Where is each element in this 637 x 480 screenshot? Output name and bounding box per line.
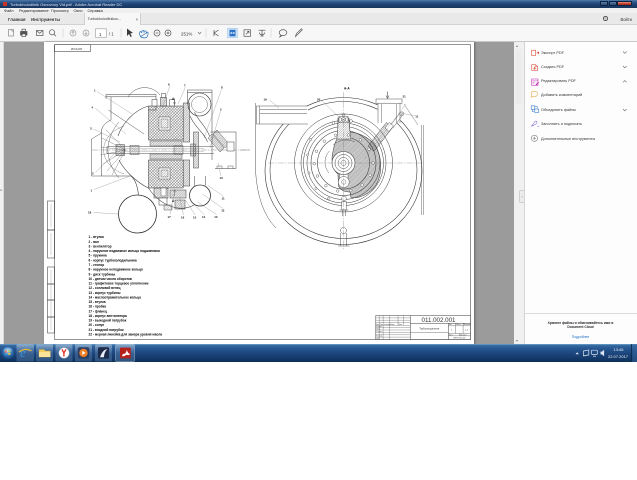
svg-text:20: 20 — [317, 98, 321, 102]
svg-text:1 - втулка: 1 - втулка — [88, 235, 104, 239]
svg-text:Разраб.: Разраб. — [376, 326, 382, 328]
svg-text:11: 11 — [415, 115, 418, 119]
svg-text:11 - графитовое торцевое уплот: 11 - графитовое торцевое уплотнение — [88, 282, 148, 286]
svg-text:7: 7 — [184, 84, 186, 88]
svg-text:14: 14 — [202, 215, 206, 219]
svg-text:A: A — [172, 199, 175, 203]
svg-text:6 - корпус турбохолодильника: 6 - корпус турбохолодильника — [88, 258, 136, 262]
svg-text:2 - вал: 2 - вал — [88, 240, 98, 244]
svg-text:19 - выходной патрубок: 19 - выходной патрубок — [88, 319, 126, 323]
svg-text:011.002.001: 011.002.001 — [421, 317, 456, 324]
svg-text:6: 6 — [168, 83, 170, 87]
svg-text:КНИТУ 011.002: КНИТУ 011.002 — [453, 337, 465, 339]
svg-text:7 - стопор: 7 - стопор — [88, 263, 104, 267]
svg-text:5 - пружина: 5 - пружина — [88, 254, 106, 258]
svg-text:16 - пробка: 16 - пробка — [88, 305, 106, 309]
svg-text:Дата: Дата — [398, 324, 402, 326]
svg-text:e: e — [20, 346, 26, 360]
svg-text:5: 5 — [220, 108, 222, 112]
svg-text:1: 1 — [90, 189, 92, 193]
svg-text:13:46: 13:46 — [614, 347, 625, 352]
svg-text:8: 8 — [221, 86, 223, 90]
svg-text:9 - диск турбины: 9 - диск турбины — [88, 272, 115, 276]
svg-text:Н.контр.: Н.контр. — [376, 336, 383, 338]
svg-text:22.07.2017: 22.07.2017 — [608, 354, 629, 359]
svg-text:14 - маслоотражательное кольцо: 14 - маслоотражательное кольцо — [88, 295, 141, 299]
svg-text:2: 2 — [92, 172, 94, 176]
svg-text:15 - втулка: 15 - втулка — [88, 300, 105, 304]
svg-text:Подп.: Подп. — [390, 324, 395, 326]
svg-text:15: 15 — [193, 215, 197, 219]
svg-text:21: 21 — [402, 95, 406, 99]
svg-text:Т.контр.: Т.контр. — [376, 331, 382, 333]
svg-text:Ø24Н0б: Ø24Н0б — [71, 47, 83, 51]
svg-text:Масштаб: Масштаб — [463, 324, 470, 326]
svg-text:11: 11 — [221, 196, 224, 200]
svg-text:Лист: Лист — [449, 334, 453, 336]
svg-text:3: 3 — [90, 127, 92, 131]
svg-text:13 - корпус турбины: 13 - корпус турбины — [88, 291, 120, 295]
svg-text:Утв.: Утв. — [376, 338, 380, 340]
svg-text:18: 18 — [88, 211, 92, 215]
svg-text:3 - вентилятор: 3 - вентилятор — [88, 245, 111, 249]
svg-text:13: 13 — [214, 215, 218, 219]
svg-text:21 - входной патрубок: 21 - входной патрубок — [88, 328, 124, 332]
svg-text:20 - сопун: 20 - сопун — [88, 323, 104, 327]
svg-text:17: 17 — [167, 215, 171, 219]
svg-text:18 - корпус вентилятора: 18 - корпус вентилятора — [88, 314, 127, 318]
svg-text:1: 1 — [94, 89, 96, 93]
svg-text:/ 1: / 1 — [109, 32, 114, 37]
svg-text:Масса: Масса — [456, 324, 461, 326]
svg-text:10: 10 — [219, 176, 223, 180]
svg-text:16: 16 — [181, 216, 185, 220]
svg-text:4 - наружное подвижное кольцо: 4 - наружное подвижное кольцо подшипника — [88, 249, 159, 253]
svg-text:22 - мерная линейка для замера: 22 - мерная линейка для замера уровня ма… — [88, 333, 162, 337]
svg-text:12: 12 — [221, 208, 225, 212]
svg-text:12 - сопловой венец: 12 - сопловой венец — [88, 286, 120, 290]
svg-text:Пров.: Пров. — [376, 329, 381, 331]
svg-text:4: 4 — [91, 106, 93, 110]
svg-text:Листов 1: Листов 1 — [460, 334, 467, 336]
svg-text:10 - датчик числа оборотов: 10 - датчик числа оборотов — [88, 277, 131, 281]
svg-text:251%: 251% — [181, 31, 192, 36]
svg-text:17 - фланец: 17 - фланец — [88, 309, 107, 313]
svg-text:19: 19 — [263, 98, 267, 102]
svg-text:8 - наружное неподвижное кольц: 8 - наружное неподвижное кольцо — [88, 268, 142, 272]
svg-text:Турбохолодильник: Турбохолодильник — [419, 329, 440, 331]
svg-text:А-А: А-А — [344, 87, 350, 91]
